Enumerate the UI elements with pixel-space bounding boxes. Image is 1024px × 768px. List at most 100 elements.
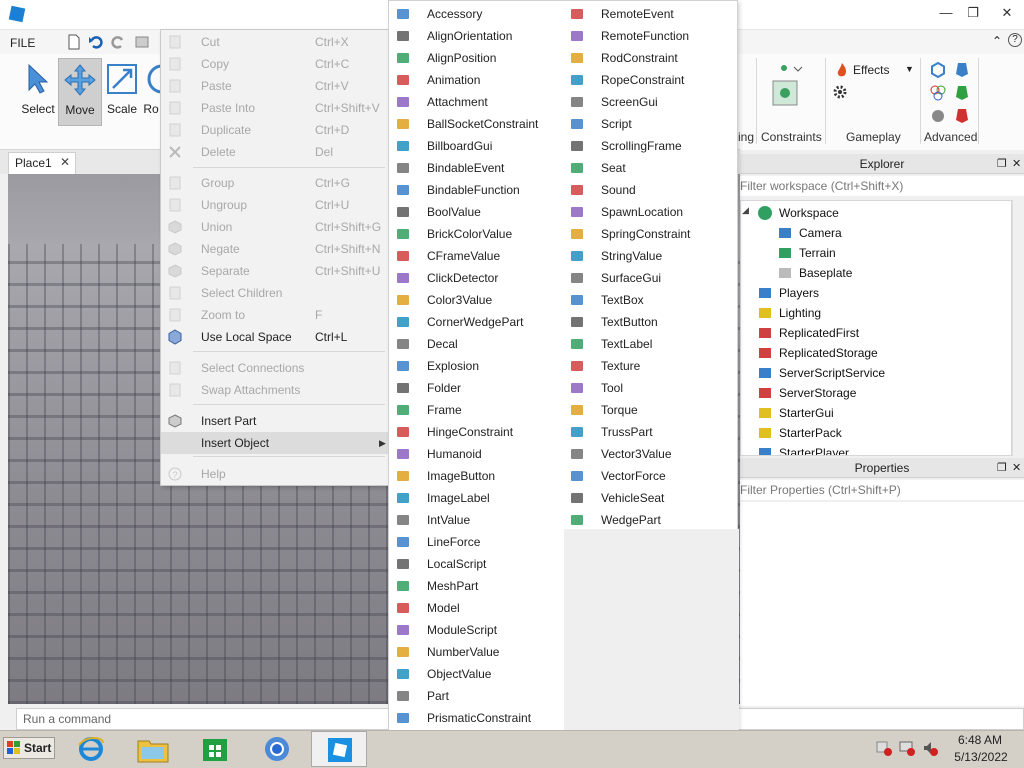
constraint-details-icon[interactable] <box>772 80 798 106</box>
clock-date[interactable]: 5/13/2022 <box>946 750 1016 764</box>
volume-muted-icon[interactable] <box>922 740 938 756</box>
insert-object-stringvalue[interactable]: StringValue <box>563 245 733 267</box>
insert-object-torque[interactable]: Torque <box>563 399 733 421</box>
new-file-icon[interactable] <box>66 34 82 50</box>
insert-object-localscript[interactable]: LocalScript <box>389 553 559 575</box>
blue-gem-icon[interactable] <box>954 62 970 78</box>
context-menu-item-delete[interactable]: Delete Del <box>161 141 389 163</box>
constraint-tools-icon[interactable] <box>778 62 806 78</box>
network-alert-icon[interactable] <box>876 740 892 756</box>
expand-arrow-icon[interactable]: ◢ <box>742 205 749 216</box>
context-menu-item-select-connections[interactable]: Select Connections <box>161 357 389 379</box>
insert-object-humanoid[interactable]: Humanoid <box>389 443 559 465</box>
insert-object-bindableevent[interactable]: BindableEvent <box>389 157 559 179</box>
insert-object-modulescript[interactable]: ModuleScript <box>389 619 559 641</box>
context-menu-item-select-children[interactable]: Select Children <box>161 282 389 304</box>
clock-time[interactable]: 6:48 AM <box>950 733 1010 747</box>
file-menu[interactable]: FILE <box>10 34 50 52</box>
effects-chevron-down-icon[interactable]: ▼ <box>905 64 914 74</box>
green-gem-icon[interactable] <box>954 85 970 101</box>
insert-object-script[interactable]: Script <box>563 113 733 135</box>
context-menu-item-insert-part[interactable]: Insert Part <box>161 410 389 432</box>
insert-object-ropeconstraint[interactable]: RopeConstraint <box>563 69 733 91</box>
run-script-icon[interactable] <box>930 108 946 124</box>
explorer-close-icon[interactable]: ✕ <box>1012 157 1021 170</box>
rotate-tool[interactable]: Ro <box>140 58 162 126</box>
insert-object-alignposition[interactable]: AlignPosition <box>389 47 559 69</box>
context-menu-item-swap-attachments[interactable]: Swap Attachments <box>161 379 389 401</box>
insert-object-imagebutton[interactable]: ImageButton <box>389 465 559 487</box>
insert-object-sound[interactable]: Sound <box>563 179 733 201</box>
effects-dropdown[interactable]: Effects <box>853 63 889 77</box>
close-tab-icon[interactable]: ✕ <box>58 155 72 169</box>
minimize-button[interactable]: — <box>935 4 957 22</box>
context-menu-item-ungroup[interactable]: Ungroup Ctrl+U <box>161 194 389 216</box>
insert-object-vector3value[interactable]: Vector3Value <box>563 443 733 465</box>
insert-object-spawnlocation[interactable]: SpawnLocation <box>563 201 733 223</box>
insert-object-objectvalue[interactable]: ObjectValue <box>389 663 559 685</box>
insert-object-tool[interactable]: Tool <box>563 377 733 399</box>
taskbar-chrome[interactable] <box>249 731 305 767</box>
undo-icon[interactable] <box>88 34 104 50</box>
select-tool[interactable]: Select <box>16 58 60 126</box>
insert-object-folder[interactable]: Folder <box>389 377 559 399</box>
explorer-item-serverstorage[interactable]: ServerStorage <box>757 383 997 403</box>
restore-button[interactable]: ❐ <box>962 4 984 22</box>
context-menu-item-paste[interactable]: Paste Ctrl+V <box>161 75 389 97</box>
explorer-item-players[interactable]: Players <box>757 283 997 303</box>
taskbar-file-explorer[interactable] <box>125 731 181 767</box>
insert-object-vehicleseat[interactable]: VehicleSeat <box>563 487 733 509</box>
insert-object-wedgepart[interactable]: WedgePart <box>563 509 733 531</box>
collision-groups-icon[interactable] <box>930 85 946 101</box>
explorer-item-startergui[interactable]: StarterGui <box>757 403 997 423</box>
explorer-float-icon[interactable]: ❐ <box>997 157 1007 170</box>
insert-object-clickdetector[interactable]: ClickDetector <box>389 267 559 289</box>
insert-object-textlabel[interactable]: TextLabel <box>563 333 733 355</box>
module-hex-icon[interactable] <box>930 62 946 78</box>
explorer-item-replicatedstorage[interactable]: ReplicatedStorage <box>757 343 997 363</box>
gear-icon[interactable] <box>832 84 848 100</box>
context-menu-item-help[interactable]: ? Help <box>161 463 389 485</box>
explorer-item-terrain[interactable]: Terrain <box>777 243 1011 263</box>
insert-object-imagelabel[interactable]: ImageLabel <box>389 487 559 509</box>
help-button[interactable]: ? <box>1008 33 1022 47</box>
insert-object-prismaticconstraint[interactable]: PrismaticConstraint <box>389 707 559 729</box>
insert-object-model[interactable]: Model <box>389 597 559 619</box>
insert-object-remoteevent[interactable]: RemoteEvent <box>563 3 733 25</box>
taskbar-internet-explorer[interactable] <box>63 731 119 767</box>
insert-object-trusspart[interactable]: TrussPart <box>563 421 733 443</box>
context-menu-item-use-local-space[interactable]: Use Local Space Ctrl+L <box>161 326 389 348</box>
insert-object-cornerwedgepart[interactable]: CornerWedgePart <box>389 311 559 333</box>
insert-object-frame[interactable]: Frame <box>389 399 559 421</box>
explorer-item-serverscriptservice[interactable]: ServerScriptService <box>757 363 997 383</box>
red-gem-icon[interactable] <box>954 108 970 124</box>
scale-tool[interactable]: Scale <box>100 58 144 126</box>
properties-float-icon[interactable]: ❐ <box>997 461 1007 474</box>
insert-object-cframevalue[interactable]: CFrameValue <box>389 245 559 267</box>
context-menu-item-duplicate[interactable]: Duplicate Ctrl+D <box>161 119 389 141</box>
insert-object-alignorientation[interactable]: AlignOrientation <box>389 25 559 47</box>
properties-close-icon[interactable]: ✕ <box>1012 461 1021 474</box>
explorer-filter-input[interactable]: Filter workspace (Ctrl+Shift+X) <box>740 176 1024 196</box>
insert-object-textbox[interactable]: TextBox <box>563 289 733 311</box>
insert-object-rodconstraint[interactable]: RodConstraint <box>563 47 733 69</box>
explorer-item-replicatedfirst[interactable]: ReplicatedFirst <box>757 323 997 343</box>
redo-icon[interactable] <box>110 34 126 50</box>
insert-object-remotefunction[interactable]: RemoteFunction <box>563 25 733 47</box>
move-tool[interactable]: Move <box>58 58 102 126</box>
insert-object-explosion[interactable]: Explosion <box>389 355 559 377</box>
insert-object-textbutton[interactable]: TextButton <box>563 311 733 333</box>
insert-object-attachment[interactable]: Attachment <box>389 91 559 113</box>
context-menu-item-union[interactable]: Union Ctrl+Shift+G <box>161 216 389 238</box>
explorer-item-starterpack[interactable]: StarterPack <box>757 423 997 443</box>
context-menu-item-cut[interactable]: Cut Ctrl+X <box>161 31 389 53</box>
insert-object-texture[interactable]: Texture <box>563 355 733 377</box>
insert-object-screengui[interactable]: ScreenGui <box>563 91 733 113</box>
taskbar-roblox-studio[interactable] <box>311 731 367 767</box>
context-menu-item-negate[interactable]: Negate Ctrl+Shift+N <box>161 238 389 260</box>
insert-object-vectorforce[interactable]: VectorForce <box>563 465 733 487</box>
explorer-item-camera[interactable]: Camera <box>777 223 1011 243</box>
insert-object-springconstraint[interactable]: SpringConstraint <box>563 223 733 245</box>
insert-object-surfacegui[interactable]: SurfaceGui <box>563 267 733 289</box>
explorer-item-starterplayer[interactable]: StarterPlayer <box>757 443 997 455</box>
